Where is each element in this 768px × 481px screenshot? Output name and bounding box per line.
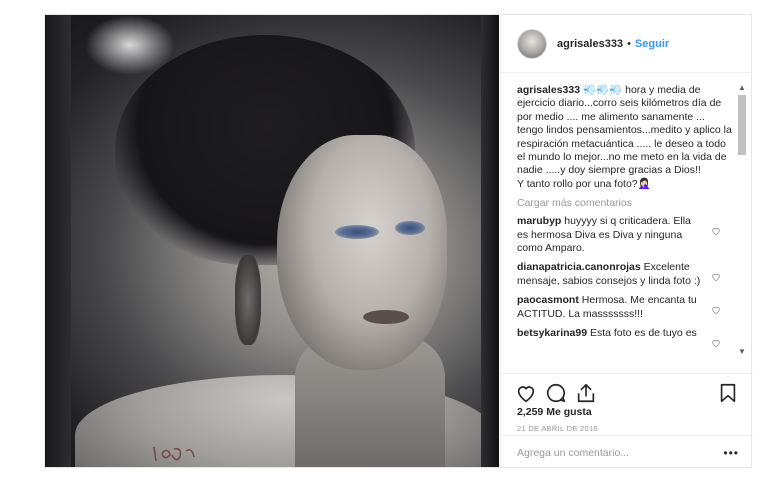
comment-item: paocasmont Hermosa. Me encanta tu ACTITU…	[517, 294, 733, 321]
comments-list[interactable]: agrisales333 💨💨💨 hora y media de ejercic…	[501, 84, 739, 374]
comment-icon[interactable]	[545, 382, 567, 404]
photo-face	[277, 135, 447, 370]
load-more-comments-link[interactable]: Cargar más comentarios	[517, 197, 733, 209]
scroll-down-arrow-icon[interactable]: ▼	[737, 347, 747, 357]
caption-text: 💨💨💨 hora y media de ejercicio diario...c…	[517, 84, 732, 177]
caption-text-2: Y tanto rollo por una foto?🤦🏻‍♀️	[517, 177, 651, 190]
scroll-up-arrow-icon[interactable]: ▲	[737, 83, 747, 93]
comment-username[interactable]: dianapatricia.canonrojas	[517, 261, 641, 273]
avatar[interactable]	[517, 28, 547, 59]
follow-button[interactable]: Seguir	[635, 38, 669, 50]
comment-item: marubyp huyyyy si q criticadera. Ella es…	[517, 215, 733, 255]
caption-username[interactable]: agrisales333	[517, 84, 580, 96]
post-side-panel: agrisales333 • Seguir agrisales333 💨💨💨 h…	[500, 15, 753, 468]
likes-count[interactable]: 2,259 Me gusta	[517, 406, 592, 418]
scrollbar-thumb[interactable]	[738, 95, 746, 155]
comments-scrollbar[interactable]: ▲ ▼	[734, 83, 750, 357]
post-header: agrisales333 • Seguir	[501, 15, 752, 73]
header-username[interactable]: agrisales333	[557, 38, 623, 50]
photo-frame-right	[481, 15, 499, 467]
bookmark-icon[interactable]	[717, 382, 739, 404]
photo-eye-left	[335, 225, 379, 239]
post-caption: agrisales333 💨💨💨 hora y media de ejercic…	[517, 84, 733, 191]
post-photo[interactable]	[45, 15, 499, 467]
more-options-button[interactable]: •••	[723, 446, 739, 460]
comment-username[interactable]: paocasmont	[517, 294, 579, 306]
header-separator: •	[627, 37, 631, 50]
heart-icon[interactable]	[711, 305, 721, 315]
heart-icon[interactable]	[711, 272, 721, 282]
post-card: agrisales333 • Seguir agrisales333 💨💨💨 h…	[44, 14, 753, 468]
photo-lips	[363, 310, 409, 324]
comment-username[interactable]: marubyp	[517, 215, 561, 227]
heart-icon[interactable]	[711, 338, 721, 348]
photo-signature	[153, 446, 195, 462]
comment-item: dianapatricia.canonrojas Excelente mensa…	[517, 261, 733, 288]
comment-input[interactable]	[517, 444, 717, 462]
heart-icon[interactable]	[711, 226, 721, 236]
add-comment-bar: •••	[501, 435, 753, 468]
comment-item: betsykarina99 Esta foto es de tuyo es	[517, 327, 733, 348]
comment-text: Esta foto es de tuyo es	[587, 327, 697, 340]
share-icon[interactable]	[575, 382, 597, 404]
photo-eye-right	[395, 221, 425, 235]
photo-frame-left	[45, 15, 71, 467]
heart-icon[interactable]	[515, 382, 537, 404]
comment-username[interactable]: betsykarina99	[517, 327, 587, 339]
post-date: 21 DE ABRIL DE 2016	[517, 424, 598, 433]
photo-earring	[235, 255, 261, 345]
post-actions	[501, 373, 753, 403]
